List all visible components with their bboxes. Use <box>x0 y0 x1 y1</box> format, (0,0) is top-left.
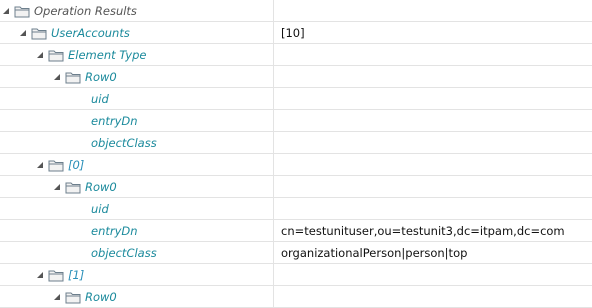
triangle-expanded-icon[interactable] <box>54 73 60 80</box>
tree-row[interactable]: objectClass organizationalPerson|person|… <box>0 242 592 264</box>
node-value: organizationalPerson|person|top <box>281 245 468 260</box>
node-label: entryDn <box>91 223 138 238</box>
tree-node-cell: UserAccounts <box>0 22 274 43</box>
tree-node-cell: [1] <box>0 264 274 285</box>
node-label: uid <box>91 91 109 106</box>
node-value <box>274 132 592 153</box>
tree-row[interactable]: [0] <box>0 154 592 176</box>
tree-node-cell: [0] <box>0 154 274 175</box>
node-label: objectClass <box>91 245 157 260</box>
triangle-expanded-icon[interactable] <box>20 29 26 36</box>
node-label: Operation Results <box>34 3 137 18</box>
node-label: [0] <box>68 157 85 172</box>
tree-node-cell: entryDn <box>0 220 274 241</box>
node-value <box>274 0 592 21</box>
tree-node-cell: Operation Results <box>0 0 274 21</box>
tree-row[interactable]: Row0 <box>0 66 592 88</box>
tree-row[interactable]: Row0 <box>0 286 592 308</box>
node-label: uid <box>91 201 109 216</box>
tree-node-cell: Row0 <box>0 176 274 197</box>
folder-icon <box>65 292 81 303</box>
node-label: objectClass <box>91 135 157 150</box>
tree-row[interactable]: [1] <box>0 264 592 286</box>
tree-node-cell: objectClass <box>0 132 274 153</box>
node-value <box>274 88 592 109</box>
triangle-expanded-icon[interactable] <box>3 7 9 14</box>
node-value: [10] <box>281 25 305 40</box>
node-value <box>274 66 592 87</box>
tree-node-cell: Row0 <box>0 66 274 87</box>
node-value: cn=testunituser,ou=testunit3,dc=itpam,dc… <box>281 223 565 238</box>
tree-row[interactable]: Element Type <box>0 44 592 66</box>
node-value <box>274 110 592 131</box>
node-label: Row0 <box>85 69 117 84</box>
tree-row[interactable]: objectClass <box>0 132 592 154</box>
tree-row[interactable]: Operation Results <box>0 0 592 22</box>
folder-icon <box>65 182 81 193</box>
triangle-expanded-icon[interactable] <box>37 161 43 168</box>
tree-row[interactable]: uid <box>0 88 592 110</box>
node-value <box>274 264 592 285</box>
tree-row[interactable]: entryDn cn=testunituser,ou=testunit3,dc=… <box>0 220 592 242</box>
tree-node-cell: uid <box>0 198 274 219</box>
tree-node-cell: objectClass <box>0 242 274 263</box>
triangle-expanded-icon[interactable] <box>54 183 60 190</box>
folder-icon <box>48 270 64 281</box>
folder-icon <box>65 72 81 83</box>
node-value <box>274 198 592 219</box>
tree-node-cell: Row0 <box>0 286 274 307</box>
tree-row[interactable]: entryDn <box>0 110 592 132</box>
tree-row[interactable]: uid <box>0 198 592 220</box>
tree-node-cell: entryDn <box>0 110 274 131</box>
tree-node-cell: Element Type <box>0 44 274 65</box>
node-label: UserAccounts <box>51 25 130 40</box>
triangle-expanded-icon[interactable] <box>37 51 43 58</box>
folder-icon <box>31 28 47 39</box>
node-value <box>274 154 592 175</box>
node-value <box>274 286 592 307</box>
triangle-expanded-icon[interactable] <box>54 293 60 300</box>
node-value <box>274 176 592 197</box>
node-label: entryDn <box>91 113 138 128</box>
operation-results-tree: Operation Results UserAccounts [10] Elem… <box>0 0 592 308</box>
folder-icon <box>48 160 64 171</box>
tree-row[interactable]: UserAccounts [10] <box>0 22 592 44</box>
node-label: Element Type <box>68 47 147 62</box>
tree-row[interactable]: Row0 <box>0 176 592 198</box>
folder-icon <box>48 50 64 61</box>
triangle-expanded-icon[interactable] <box>37 271 43 278</box>
node-label: [1] <box>68 267 85 282</box>
tree-node-cell: uid <box>0 88 274 109</box>
node-value <box>274 44 592 65</box>
node-label: Row0 <box>85 289 117 304</box>
node-label: Row0 <box>85 179 117 194</box>
folder-icon <box>14 6 30 17</box>
